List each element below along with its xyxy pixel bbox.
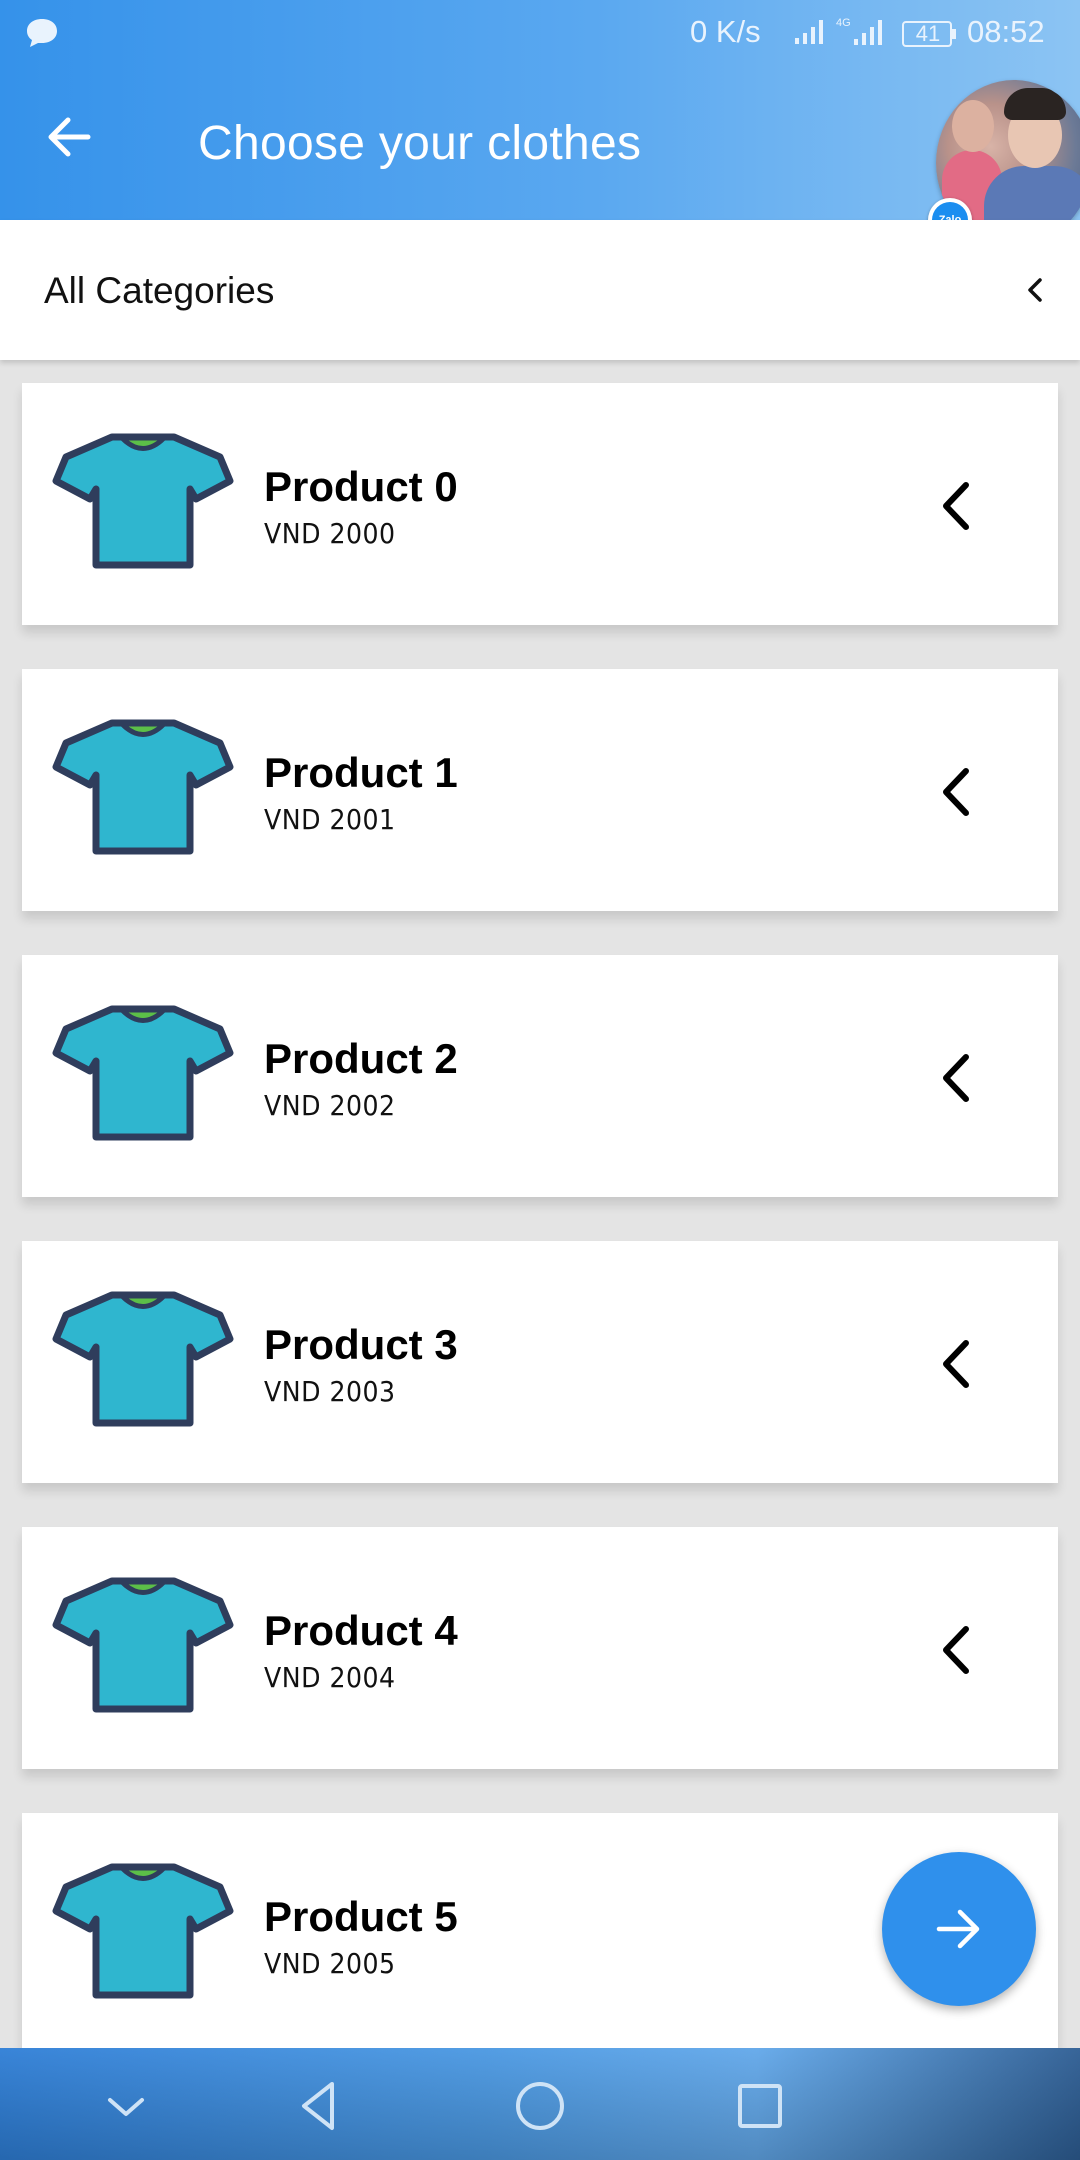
back-button[interactable] [44, 112, 114, 174]
t-shirt-icon [52, 433, 234, 569]
nav-home-button[interactable] [510, 2076, 570, 2136]
product-card[interactable]: Product 1 VND 2001 [22, 669, 1058, 911]
svg-text:4G: 4G [836, 17, 851, 29]
nav-recents-button[interactable] [730, 2076, 790, 2136]
network-speed: 0 K/s [690, 14, 761, 49]
nav-back-button[interactable] [290, 2076, 350, 2136]
product-card[interactable]: Product 2 VND 2002 [22, 955, 1058, 1197]
system-nav-bar [0, 2048, 1080, 2160]
chevron-left-icon [943, 1626, 969, 1674]
product-price: VND 2005 [264, 1947, 396, 1980]
t-shirt-icon [52, 1863, 234, 1999]
t-shirt-icon [52, 719, 234, 855]
product-name: Product 1 [264, 749, 458, 796]
battery-level: 41 [915, 21, 941, 46]
chevron-left-icon [943, 1340, 969, 1388]
status-time: 08:52 [967, 14, 1045, 49]
page-title: Choose your clothes [198, 117, 642, 170]
chevron-left-icon [1028, 278, 1042, 302]
4g-signal-icon: 4G [836, 17, 882, 45]
product-card[interactable]: Product 3 VND 2003 [22, 1241, 1058, 1483]
chevron-left-icon [943, 1054, 969, 1102]
chat-bubble-icon [27, 19, 57, 47]
recents-square-icon [738, 2084, 782, 2128]
category-label: All Categories [44, 270, 275, 311]
arrow-left-icon [48, 117, 91, 157]
chevron-left-icon [943, 768, 969, 816]
product-name: Product 3 [264, 1321, 458, 1368]
back-triangle-icon [302, 2082, 334, 2130]
product-name: Product 0 [264, 463, 458, 510]
product-price: VND 2004 [264, 1661, 396, 1694]
t-shirt-icon [52, 1577, 234, 1713]
chevron-left-icon [943, 482, 969, 530]
arrow-right-icon [936, 1909, 980, 1949]
next-fab-button[interactable] [882, 1852, 1036, 2006]
product-name: Product 4 [264, 1607, 458, 1654]
chevron-down-icon [108, 2098, 144, 2116]
status-bar: 0 K/s 4G 41 08:52 [0, 0, 1080, 66]
product-card[interactable]: Product 0 VND 2000 [22, 383, 1058, 625]
signal-icon [795, 20, 823, 44]
product-price: VND 2000 [264, 517, 396, 550]
product-price: VND 2003 [264, 1375, 396, 1408]
t-shirt-icon [52, 1005, 234, 1141]
product-name: Product 2 [264, 1035, 458, 1082]
product-card[interactable]: Product 4 VND 2004 [22, 1527, 1058, 1769]
nav-hide-button[interactable] [96, 2076, 156, 2136]
t-shirt-icon [52, 1291, 234, 1427]
home-circle-icon [516, 2082, 564, 2130]
app-header: 0 K/s 4G 41 08:52 Choose your clothes [0, 0, 1080, 220]
product-price: VND 2002 [264, 1089, 396, 1122]
category-selector[interactable]: All Categories [0, 220, 1080, 360]
product-name: Product 5 [264, 1893, 458, 1940]
product-price: VND 2001 [264, 803, 396, 836]
